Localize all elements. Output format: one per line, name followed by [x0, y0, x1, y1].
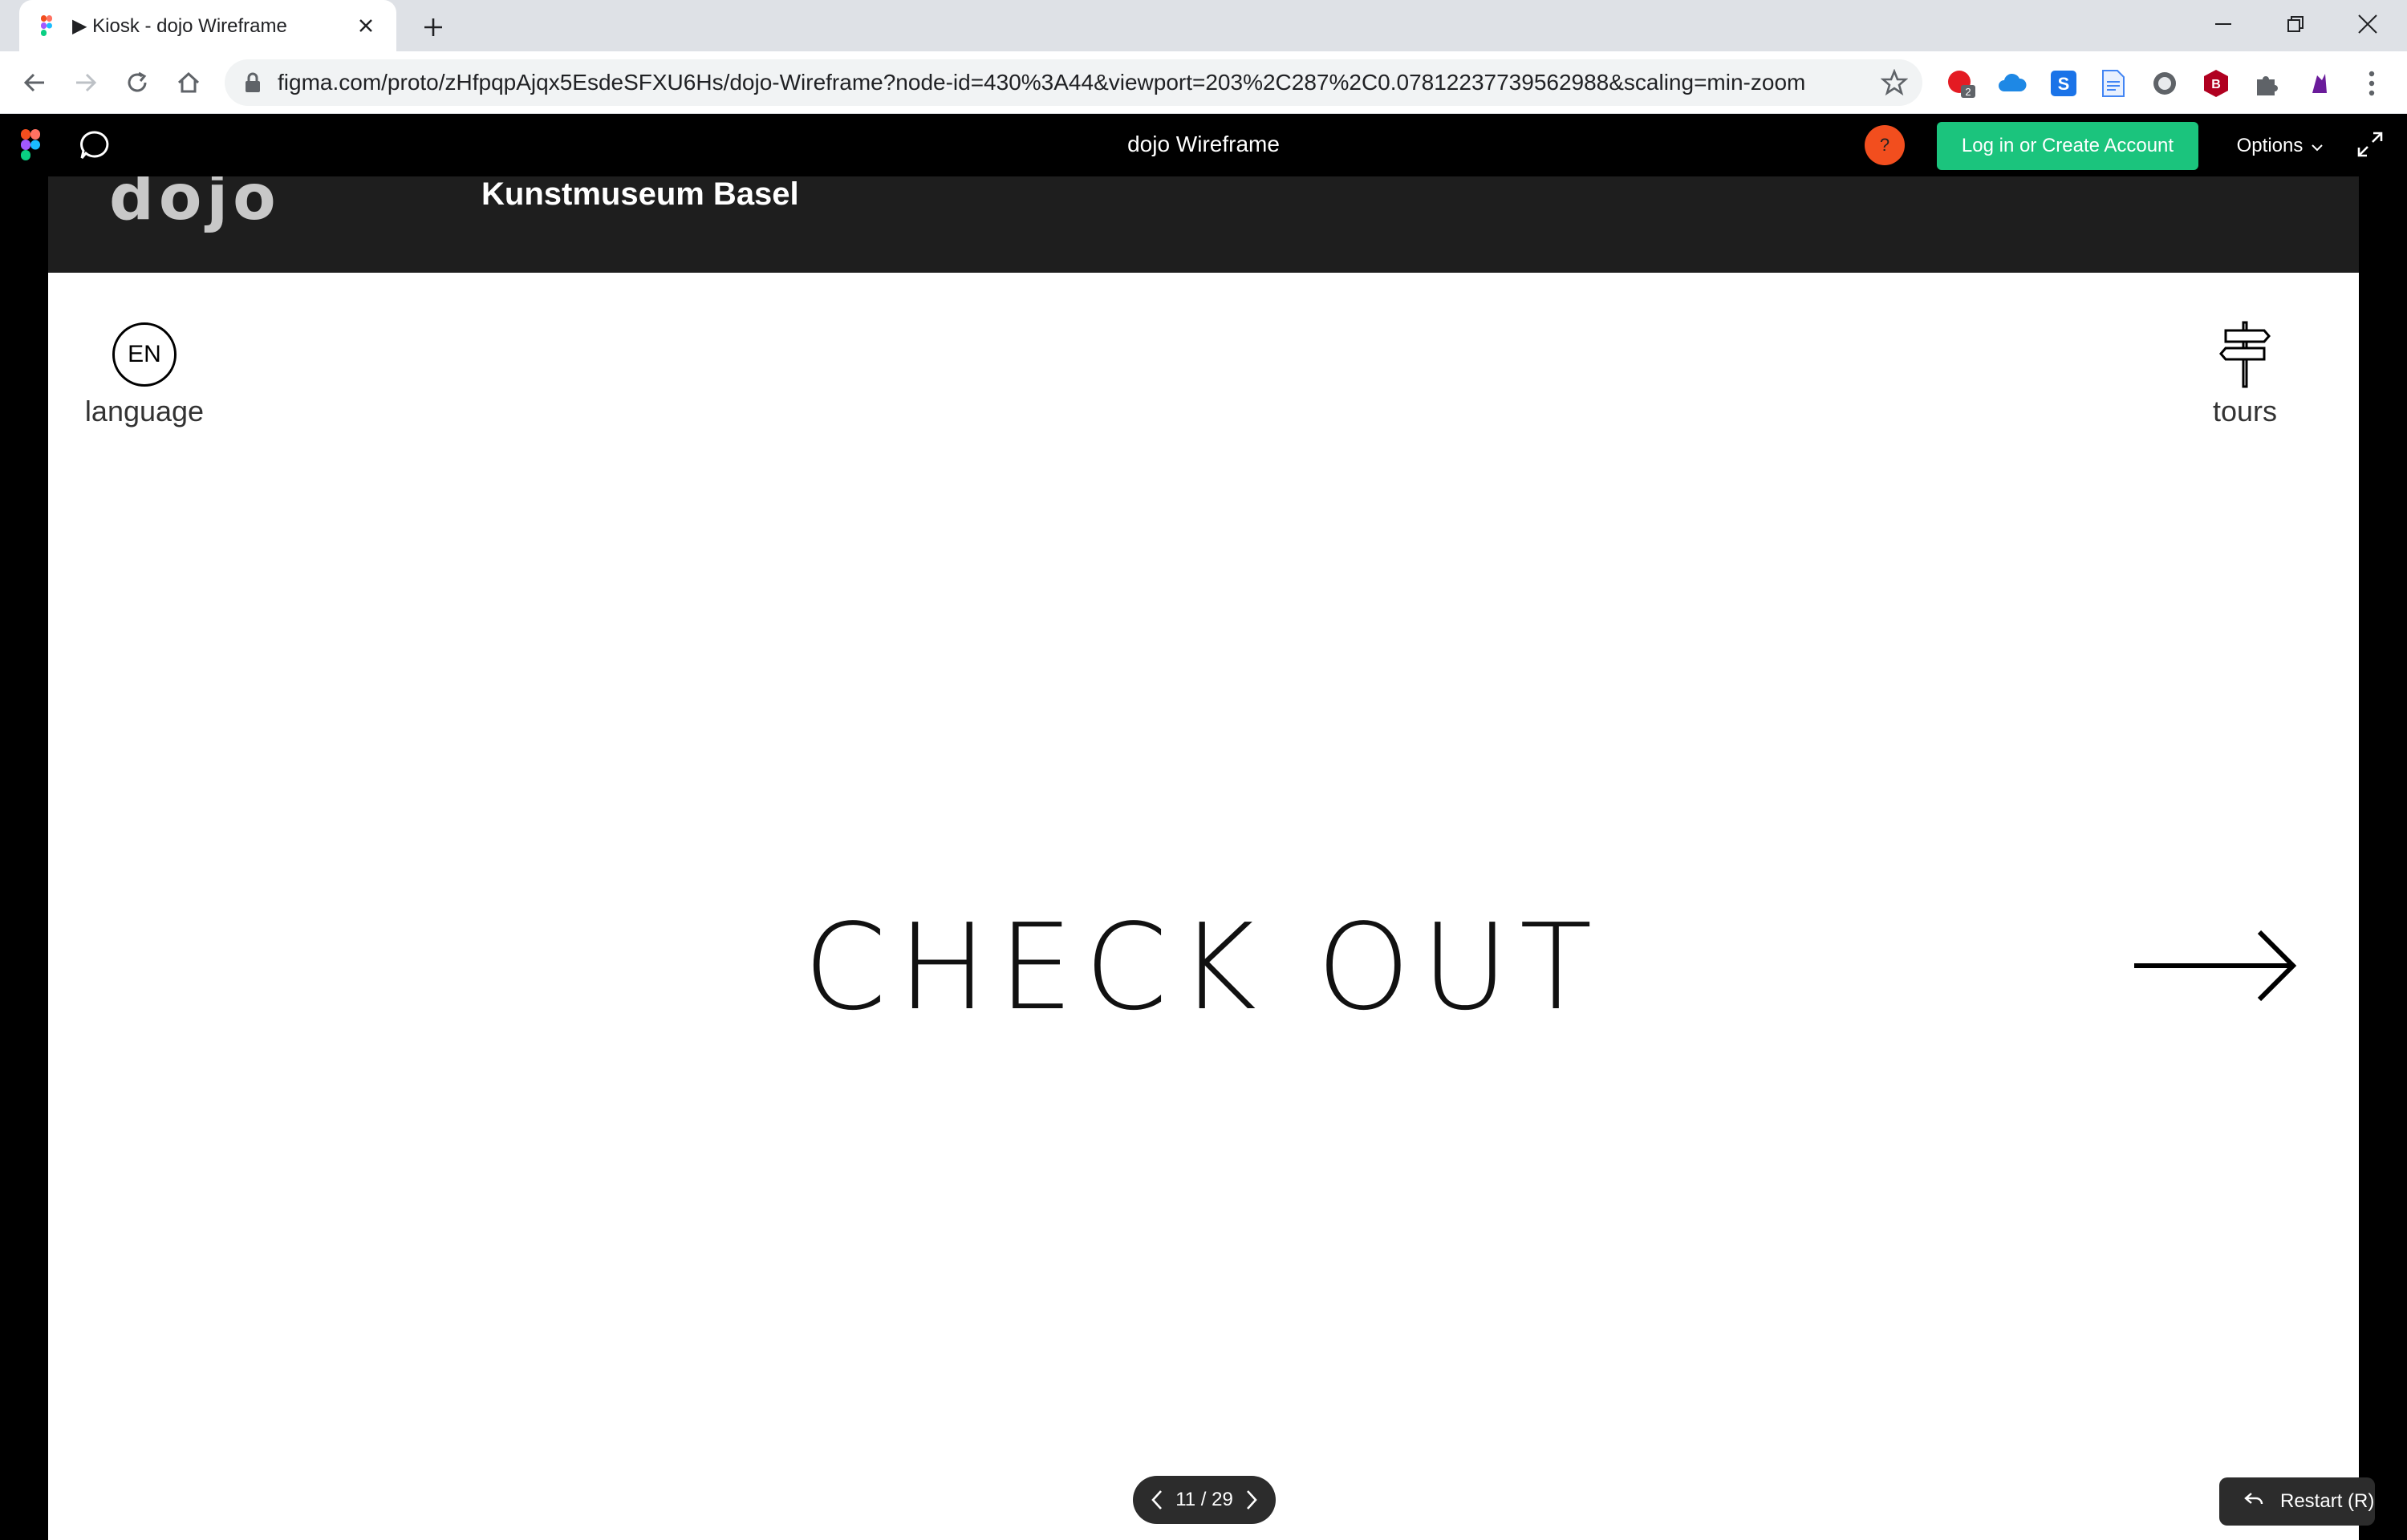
dojo-logo: dojo: [109, 176, 281, 234]
arrow-right-icon[interactable]: [2131, 926, 2299, 1006]
s-extension-icon[interactable]: S: [2048, 67, 2080, 99]
url-bar[interactable]: figma.com/proto/zHfpqpAjqx5EsdeSFXU6Hs/d…: [225, 59, 1922, 106]
restart-label: Restart (R): [2280, 1490, 2375, 1512]
docs-extension-icon[interactable]: [2097, 67, 2129, 99]
language-button[interactable]: EN: [112, 322, 177, 387]
lock-icon: [244, 72, 262, 97]
close-window-icon[interactable]: [2332, 0, 2404, 48]
restart-button[interactable]: Restart (R): [2219, 1477, 2375, 1526]
close-tab-icon[interactable]: [351, 11, 380, 40]
figma-favicon-icon: [35, 14, 58, 37]
language-label: language: [84, 395, 205, 428]
new-tab-icon[interactable]: [416, 10, 451, 45]
figma-toolbar: dojo Wireframe ? Log in or Create Accoun…: [0, 114, 2407, 176]
back-icon[interactable]: [13, 61, 56, 104]
minimize-icon[interactable]: [2187, 0, 2259, 48]
signpost-icon[interactable]: [2216, 319, 2274, 388]
prototype-frame: dojo Kunstmuseum Basel EN language tours…: [48, 176, 2359, 1540]
options-label: Options: [2236, 135, 2303, 156]
browser-toolbar: figma.com/proto/zHfpqpAjqx5EsdeSFXU6Hs/d…: [0, 51, 2407, 114]
checkout-heading[interactable]: CHECK OUT: [48, 898, 2359, 1036]
browser-tab-strip: ▶ Kiosk - dojo Wireframe: [0, 0, 2407, 51]
page-navigator: 11 / 29: [1133, 1476, 1276, 1524]
cloud-extension-icon[interactable]: [1996, 67, 2028, 99]
options-button[interactable]: Options: [2224, 122, 2336, 170]
fullscreen-icon[interactable]: [2356, 130, 2388, 162]
previous-page-icon[interactable]: [1144, 1484, 1170, 1516]
reload-icon[interactable]: [116, 61, 159, 104]
chevron-down-icon: [2311, 135, 2324, 157]
extension-badge-icon[interactable]: 2: [1945, 67, 1977, 99]
next-page-icon[interactable]: [1239, 1484, 1264, 1516]
svg-text:B: B: [2211, 78, 2221, 91]
url-text: figma.com/proto/zHfpqpAjqx5EsdeSFXU6Hs/d…: [278, 70, 1806, 95]
browser-menu-icon[interactable]: [2356, 67, 2388, 99]
bookmark-star-icon[interactable]: [1880, 68, 1910, 98]
b-extension-icon[interactable]: B: [2200, 67, 2232, 99]
svg-text:S: S: [2058, 74, 2070, 94]
kiosk-header: dojo Kunstmuseum Basel: [48, 176, 2359, 273]
browser-tab[interactable]: ▶ Kiosk - dojo Wireframe: [19, 0, 396, 51]
page-counter: 11 / 29: [1175, 1489, 1233, 1510]
extensions-puzzle-icon[interactable]: [2251, 67, 2283, 99]
home-icon[interactable]: [167, 61, 210, 104]
svg-text:2: 2: [1965, 86, 1971, 98]
tours-label: tours: [2212, 395, 2278, 428]
circle-extension-icon[interactable]: [2149, 67, 2181, 99]
help-button[interactable]: ?: [1865, 125, 1905, 165]
login-button[interactable]: Log in or Create Account: [1937, 122, 2198, 170]
tab-title: ▶ Kiosk - dojo Wireframe: [72, 14, 287, 37]
profile-avatar-icon[interactable]: [2303, 67, 2335, 99]
venue-name: Kunstmuseum Basel: [481, 176, 799, 212]
forward-icon[interactable]: [64, 61, 108, 104]
restart-icon: [2243, 1490, 2264, 1514]
restore-window-icon[interactable]: [2259, 0, 2332, 48]
